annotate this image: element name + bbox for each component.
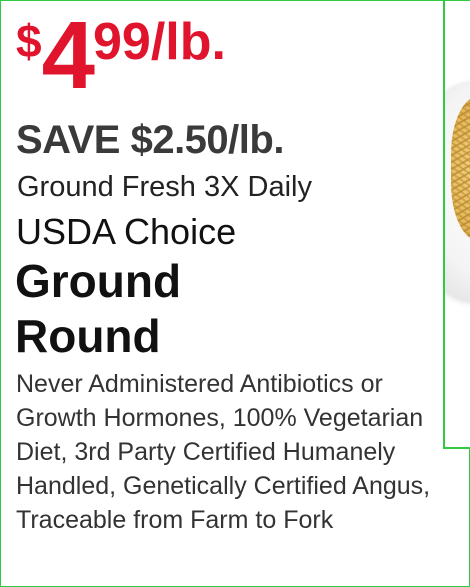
price-currency: $ bbox=[16, 15, 42, 67]
savings-text: SAVE $2.50/lb. bbox=[16, 118, 284, 162]
price-dollars: 4 bbox=[41, 2, 95, 109]
product-name-line1: Ground bbox=[15, 255, 182, 307]
price-cents-unit: 99/lb. bbox=[92, 13, 226, 71]
product-name: Ground Round bbox=[15, 254, 181, 364]
product-description: Never Administered Antibiotics or Growth… bbox=[16, 370, 431, 534]
tagline: Ground Fresh 3X Daily bbox=[17, 171, 312, 203]
grade-label: USDA Choice bbox=[16, 211, 237, 252]
price: $499/lb. bbox=[16, 8, 226, 104]
product-name-line2: Round bbox=[15, 310, 161, 362]
